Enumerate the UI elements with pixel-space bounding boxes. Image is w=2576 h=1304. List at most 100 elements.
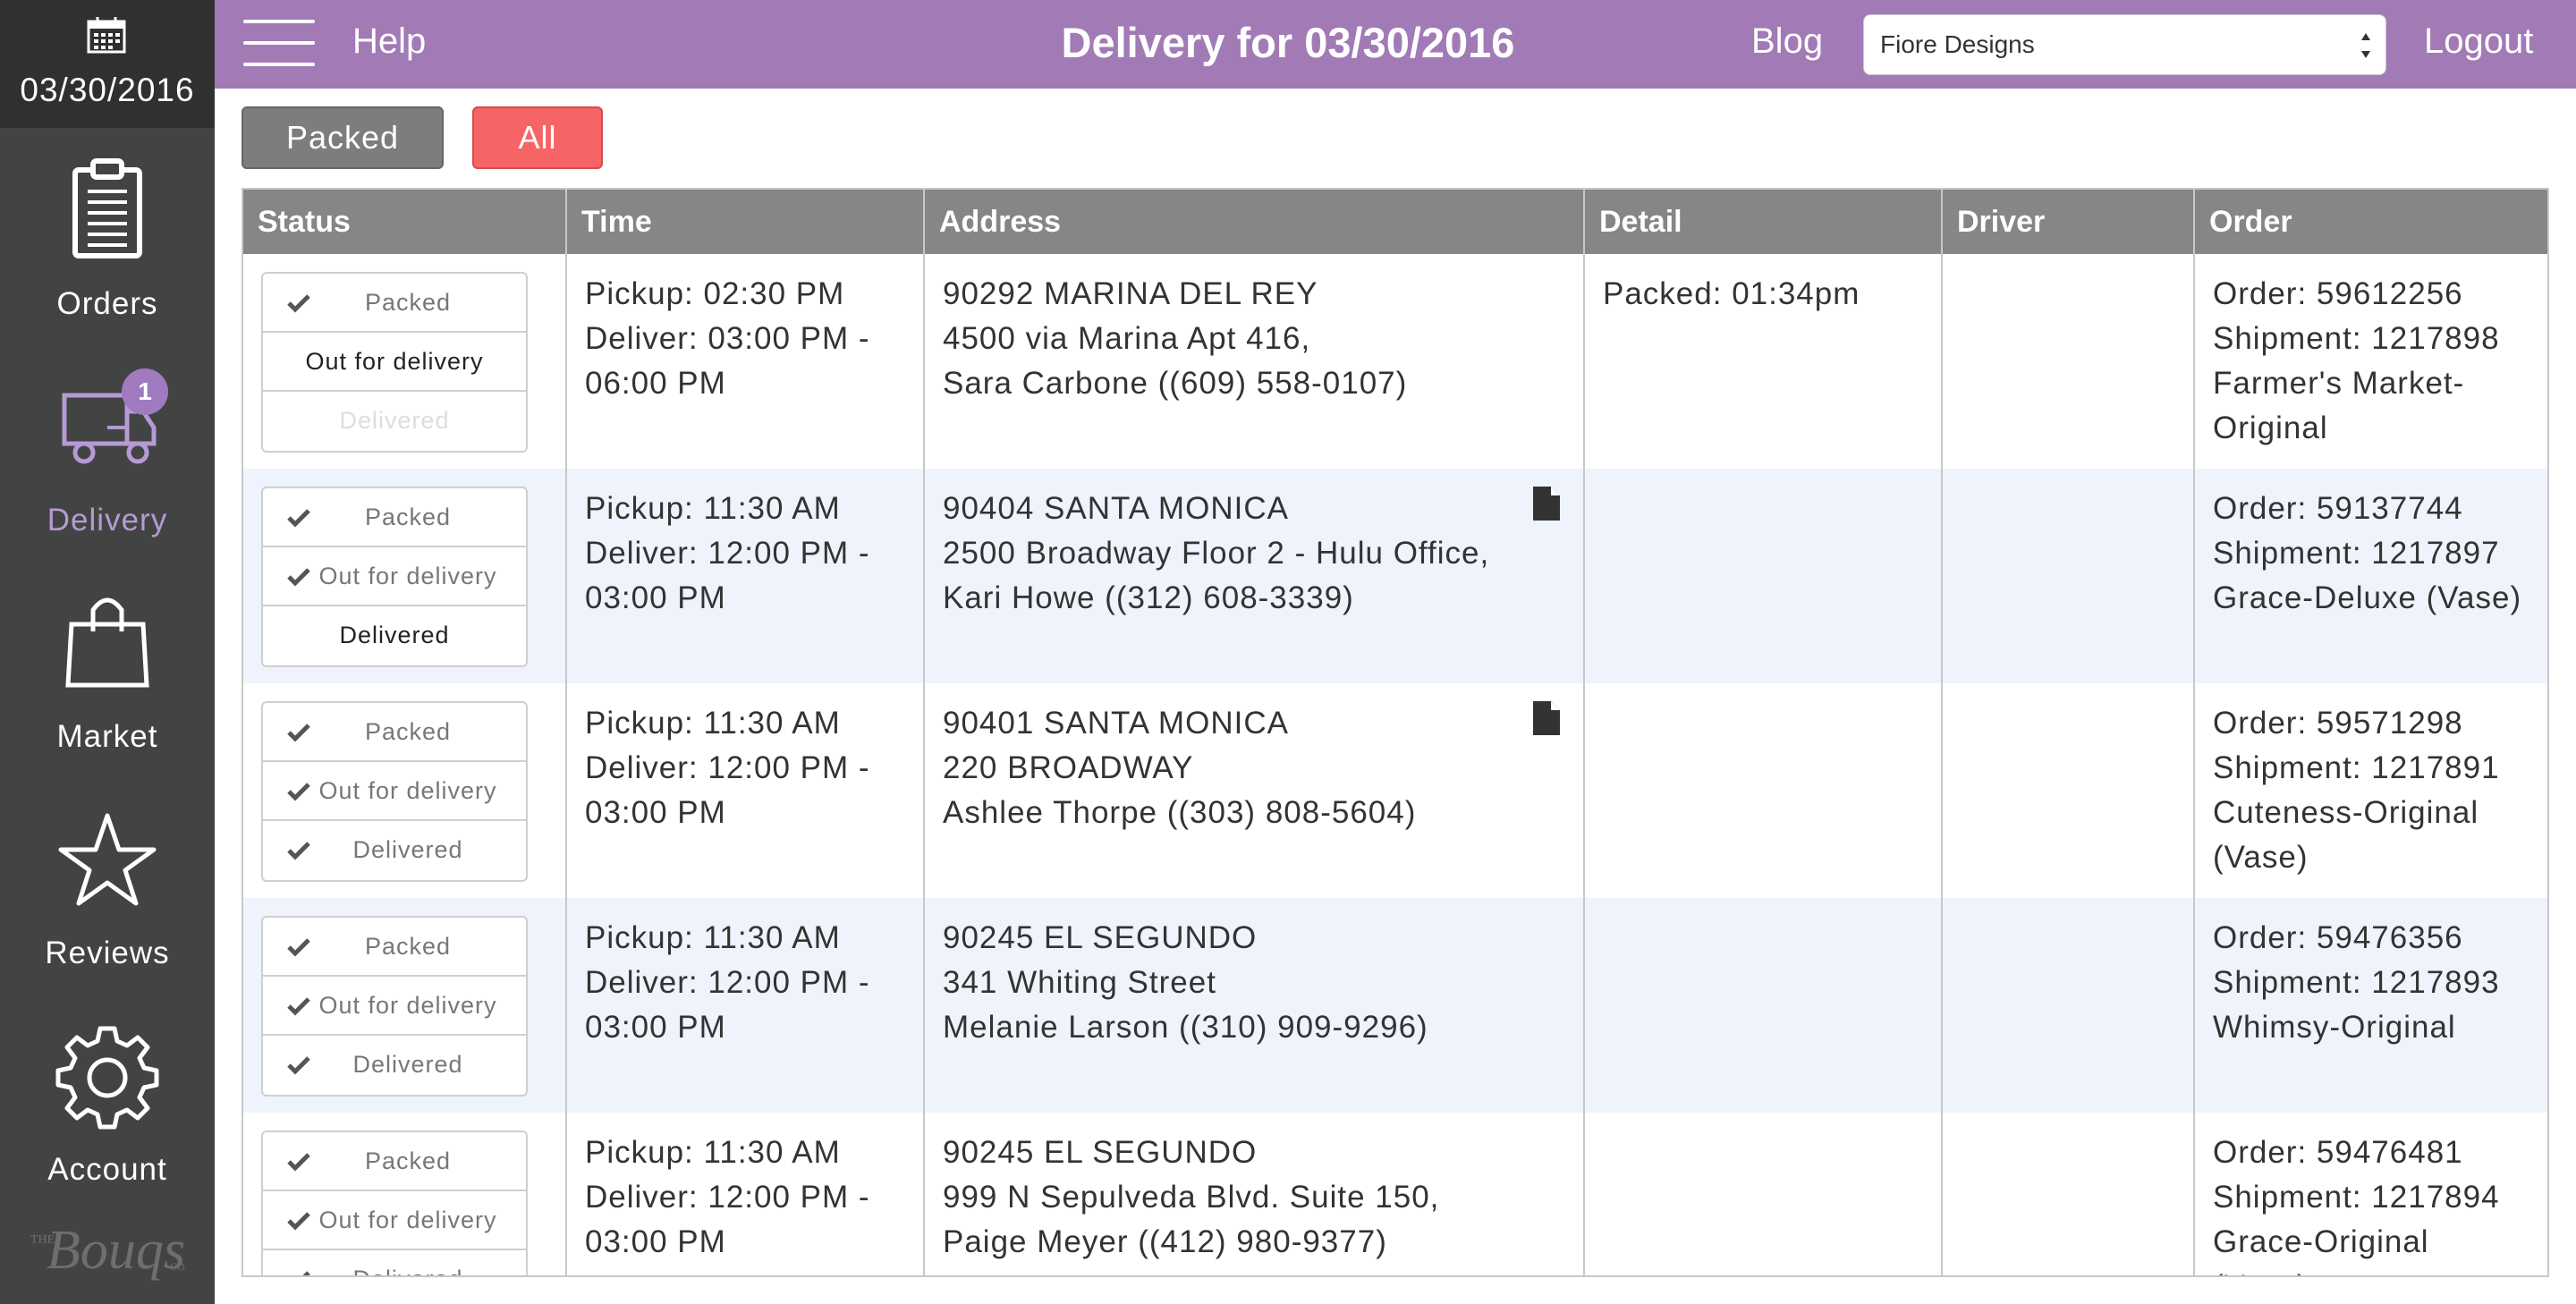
time-cell: Pickup: 11:30 AM Deliver: 12:00 PM - 03:00…	[567, 1113, 925, 1275]
status-delivered-button[interactable]: Delivered	[263, 821, 526, 880]
detail-text: Packed: 01:34pm	[1603, 276, 1860, 311]
sidebar-item-label: Delivery	[47, 503, 168, 538]
status-button-group: Packed Out for delivery Delivered	[261, 1130, 528, 1275]
status-label: Out for delivery	[318, 992, 497, 1019]
time-line: 03:00 PM	[585, 795, 726, 830]
column-header-order: Order	[2209, 205, 2292, 239]
time-cell: Pickup: 11:30 AM Deliver: 12:00 PM - 03:00…	[567, 898, 925, 1113]
time-line: Deliver: 12:00 PM -	[585, 536, 870, 571]
time-line: Deliver: 03:00 PM -	[585, 321, 870, 356]
status-cell: Packed Out for delivery Delivered	[243, 683, 567, 898]
time-line: 06:00 PM	[585, 366, 726, 401]
filter-packed-button[interactable]: Packed	[242, 106, 444, 169]
column-header-address: Address	[925, 190, 1585, 254]
status-packed-button[interactable]: Packed	[263, 274, 526, 333]
checkmark-icon	[287, 1056, 310, 1075]
sidebar-item-orders[interactable]: Orders	[0, 152, 215, 358]
sidebar-item-market[interactable]: Market	[0, 585, 215, 791]
status-delivered-button[interactable]: Delivered	[263, 1250, 526, 1275]
checkmark-icon	[287, 997, 310, 1016]
address-line: 90245 EL SEGUNDO	[943, 920, 1258, 955]
sidebar-item-account[interactable]: Account	[0, 1018, 215, 1224]
address-cell: 90292 MARINA DEL REY 4500 via Marina Apt …	[925, 254, 1585, 469]
status-label: Packed	[364, 504, 452, 530]
hamburger-menu-icon[interactable]	[243, 20, 315, 70]
sidebar-item-delivery[interactable]: 1 Delivery	[0, 368, 215, 574]
address-cell: 90245 EL SEGUNDO 341 Whiting Street Melani…	[925, 898, 1585, 1113]
status-packed-button[interactable]: Packed	[263, 1132, 526, 1191]
shop-select[interactable]: Fiore Designs	[1863, 14, 2386, 75]
address-line: Paige Meyer ((412) 980-9377)	[943, 1224, 1387, 1259]
status-label: Delivered	[339, 622, 450, 648]
address-line: 2500 Broadway Floor 2 - Hulu Office,	[943, 536, 1490, 571]
order-cell: Order: 59476481 Shipment: 1217894 Grace-Or…	[2195, 1113, 2547, 1275]
calendar-icon	[87, 17, 126, 54]
document-icon[interactable]	[1533, 487, 1560, 521]
time-cell: Pickup: 11:30 AM Deliver: 12:00 PM - 03:00…	[567, 683, 925, 898]
status-button-group: Packed Out for delivery Delivered	[261, 272, 528, 453]
status-packed-button[interactable]: Packed	[263, 918, 526, 977]
status-cell: Packed Out for delivery Delivered	[243, 1113, 567, 1275]
delivery-table: Status Time Address Detail Driver Order …	[242, 188, 2549, 1277]
status-out-button[interactable]: Out for delivery	[263, 547, 526, 606]
driver-cell	[1943, 469, 2195, 683]
order-line: Shipment: 1217898	[2213, 321, 2500, 356]
status-label: Delivered	[339, 407, 450, 434]
time-line: 03:00 PM	[585, 1010, 726, 1045]
checkmark-icon	[287, 1153, 310, 1172]
table-row: Packed Out for delivery Delivered Pickup: 0…	[243, 254, 2547, 469]
help-link[interactable]: Help	[352, 21, 426, 62]
sidebar-item-reviews[interactable]: Reviews	[0, 801, 215, 1007]
order-line: Shipment: 1217893	[2213, 965, 2500, 1000]
sidebar-item-label: Reviews	[45, 936, 170, 970]
status-cell: Packed Out for delivery Delivered	[243, 898, 567, 1113]
status-packed-button[interactable]: Packed	[263, 488, 526, 547]
order-cell: Order: 59612256 Shipment: 1217898 Farmer's…	[2195, 254, 2547, 469]
status-delivered-button[interactable]: Delivered	[263, 606, 526, 665]
order-line: Order: 59571298	[2213, 706, 2463, 741]
delivery-count-badge: 1	[122, 368, 168, 415]
filter-all-button[interactable]: All	[472, 106, 603, 169]
order-line: (Vase)	[2213, 1265, 2533, 1275]
table-row: Packed Out for delivery Delivered Pickup: 1…	[243, 1113, 2547, 1275]
time-cell: Pickup: 02:30 PM Deliver: 03:00 PM - 06:00…	[567, 254, 925, 469]
status-out-button[interactable]: Out for delivery	[263, 977, 526, 1036]
star-icon	[58, 813, 157, 906]
blog-link[interactable]: Blog	[1751, 21, 1823, 62]
order-cell: Order: 59476356 Shipment: 1217893 Whimsy-O…	[2195, 898, 2547, 1113]
sidebar-item-label: Orders	[56, 286, 158, 321]
logout-link[interactable]: Logout	[2424, 21, 2533, 62]
status-out-button[interactable]: Out for delivery	[263, 1191, 526, 1250]
checkmark-icon	[287, 509, 310, 528]
status-label: Out for delivery	[305, 348, 484, 375]
address-line: Sara Carbone ((609) 558-0107)	[943, 366, 1408, 401]
status-label: Packed	[364, 933, 452, 960]
status-label: Packed	[364, 718, 452, 745]
order-line: Original	[2213, 411, 2328, 445]
detail-cell	[1585, 1113, 1943, 1275]
address-line: Melanie Larson ((310) 909-9296)	[943, 1010, 1428, 1045]
status-out-button[interactable]: Out for delivery	[263, 333, 526, 392]
time-line: Pickup: 11:30 AM	[585, 1135, 841, 1170]
top-bar: Help Delivery for 03/30/2016 Blog Fiore …	[215, 0, 2576, 89]
address-line: 90401 SANTA MONICA	[943, 706, 1289, 741]
status-label: Packed	[364, 289, 452, 316]
column-header-time: Time	[567, 190, 925, 254]
checkmark-icon	[302, 1271, 310, 1275]
status-button-group: Packed Out for delivery Delivered	[261, 916, 528, 1097]
status-out-button[interactable]: Out for delivery	[263, 762, 526, 821]
checkmark-icon	[287, 938, 310, 957]
status-delivered-button[interactable]: Delivered	[263, 392, 526, 451]
status-delivered-button[interactable]: Delivered	[263, 1036, 526, 1095]
document-icon[interactable]	[1533, 701, 1560, 735]
table-row: Packed Out for delivery Delivered Pickup: 1…	[243, 683, 2547, 898]
table-header: Status Time Address Detail Driver Order	[243, 190, 2547, 254]
status-packed-button[interactable]: Packed	[263, 703, 526, 762]
detail-cell	[1585, 683, 1943, 898]
sidebar-date[interactable]: 03/30/2016	[0, 0, 215, 128]
status-label: Out for delivery	[318, 777, 497, 804]
address-line: 999 N Sepulveda Blvd. Suite 150,	[943, 1180, 1440, 1215]
address-line: 220 BROADWAY	[943, 750, 1194, 785]
sidebar-item-label: Market	[56, 719, 158, 754]
status-label: Out for delivery	[318, 563, 497, 589]
